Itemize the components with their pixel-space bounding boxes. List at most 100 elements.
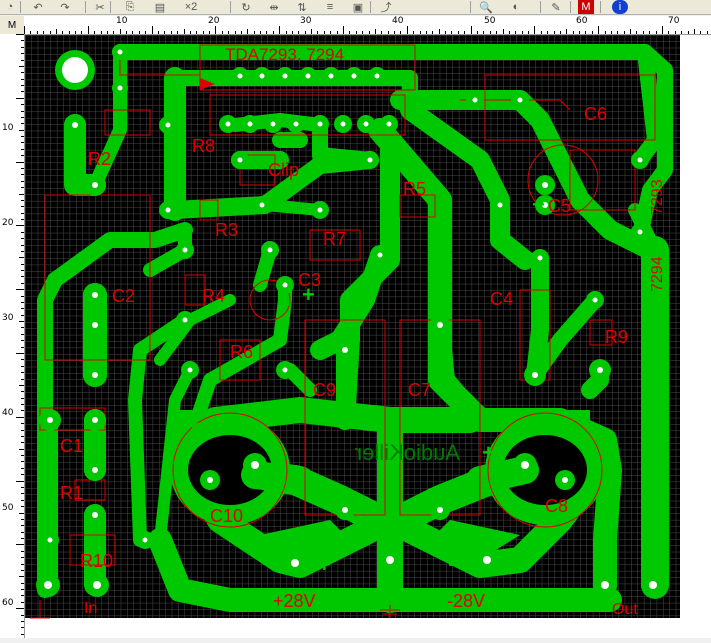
photo-view-icon[interactable]: ✎ [548,0,564,14]
ruler-tick [21,301,24,303]
route-icon[interactable]: ⤴ [378,0,394,14]
ruler-tick [21,569,24,571]
ruler-tick [464,31,466,34]
ruler-tick [515,31,517,34]
ruler-tick [19,193,24,195]
layer-icon[interactable]: ◔ [2,0,18,14]
redo-icon[interactable]: ↷ [57,0,73,14]
plus28-label: +28V [273,591,316,611]
ruler-tick [202,31,204,34]
ruler-tick [298,31,300,34]
macro-icon[interactable]: M [578,0,594,14]
ruler-tick [21,601,24,603]
ruler-tick [21,295,24,297]
ruler-tick [260,31,262,34]
undo-icon[interactable]: ↶ [30,0,46,14]
ruler-tick [19,576,24,578]
ruler-tick [21,333,24,335]
cut-icon[interactable]: ✂ [92,0,108,14]
copy-icon[interactable]: ⎘ [122,0,138,14]
ruler-tick [19,321,24,323]
ruler-tick [75,31,77,34]
ruler-tick [189,31,191,34]
ruler-tick [21,263,24,265]
ruler-tick [483,31,485,34]
ruler-tick [413,31,415,34]
ruler-tick [21,40,24,42]
ruler-tick [19,257,24,259]
ruler-tick [674,31,676,34]
ruler-tick [21,620,24,622]
duplicate-icon[interactable]: ×2 [180,0,202,14]
mirror-v-icon[interactable]: ⇅ [294,0,310,14]
toolbar-separator [470,1,471,13]
ruler-tick [534,26,536,34]
ruler-tick [106,31,108,34]
ruler-tick [642,31,644,34]
ruler-tick [21,340,24,342]
ruler-tick [81,31,83,34]
toolbar-separator [370,1,371,13]
svg-text:+: + [187,412,200,437]
c7-label: C7 [408,380,431,400]
c2-label: C2 [112,286,135,306]
svg-text:−: − [448,552,461,577]
ruler-tick [21,442,24,444]
rotate-icon[interactable]: ↻ [238,0,254,14]
ruler-tick [553,31,555,34]
ruler-tick [21,155,24,157]
ruler-unit[interactable]: M [0,16,24,34]
ruler-tick [21,423,24,425]
ruler-tick [21,167,24,169]
ruler-tick [285,31,287,34]
c8-label: C8 [545,496,568,516]
ruler-tick [21,365,24,367]
pcb-board[interactable]: TDA7293, 7294 R8 R2 Clip R5 R3 R7 C3 R4 … [25,35,711,638]
ruler-tick [311,29,313,34]
ruler-tick [21,595,24,597]
ruler-tick [21,582,24,584]
c5-label: C5 [548,196,571,216]
paste-icon[interactable]: ▤ [152,0,168,14]
ruler-tick [21,359,24,361]
ruler-tick [21,116,24,118]
info-icon[interactable]: i [612,0,628,14]
drc-icon[interactable]: ◐ [508,0,524,14]
toolbar-separator [20,1,21,13]
ruler-tick [381,31,383,34]
ruler-tick [228,31,230,34]
ruler-tick [21,614,24,616]
r8-label: R8 [192,136,215,156]
zoom-icon[interactable]: 🔍 [478,0,494,14]
ruler-tick [21,391,24,393]
ruler-tick [387,31,389,34]
ruler-tick [266,31,268,34]
group-icon[interactable]: ▣ [350,0,366,14]
ruler-tick [547,31,549,34]
ruler-tick [598,26,600,34]
ruler-tick [21,589,24,591]
ruler-tick [21,563,24,565]
align-icon[interactable]: ≡ [322,0,338,14]
board-margin-bottom [25,618,711,638]
toolbar: ◔ ↶ ↷ ✂ ⎘ ▤ ×2 ↻ ⇹ ⇅ ≡ ▣ ⤴ 🔍 ◐ ✎ Mi [0,0,711,15]
ruler-tick [19,384,24,386]
ruler-tick [247,29,249,34]
ruler-tick [132,31,134,34]
ruler-tick [234,31,236,34]
ruler-top-label: 20 [208,16,220,26]
ruler-tick [636,31,638,34]
ruler-tick [21,136,24,138]
ruler-tick [566,29,568,34]
clip-label: Clip [268,160,299,180]
ruler-tick [700,31,702,34]
r1-label: R1 [60,483,83,503]
ruler-tick [177,31,179,34]
toolbar-separator [600,1,601,13]
ruler-tick [21,455,24,457]
ruler-tick [21,72,24,74]
ruler-tick [221,31,223,34]
ruler-tick [470,26,472,34]
ruler-tick [21,270,24,272]
mirror-h-icon[interactable]: ⇹ [266,0,282,14]
